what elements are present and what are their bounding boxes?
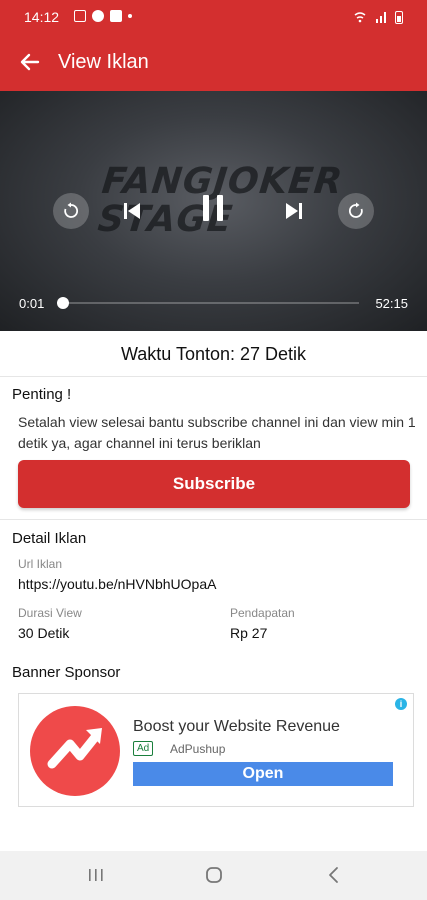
ad-headline: Boost your Website Revenue — [133, 718, 340, 735]
skip-previous-icon — [124, 203, 140, 219]
ad-open-button[interactable]: Open — [133, 762, 393, 786]
trend-arrow-icon — [47, 728, 102, 769]
ad-advertiser: AdPushup — [170, 742, 226, 756]
notification-circle-icon — [92, 10, 104, 22]
penting-text: Setalah view selesai bantu subscribe cha… — [18, 414, 416, 451]
current-time: 0:01 — [19, 296, 45, 311]
home-icon — [206, 867, 222, 883]
back-icon — [329, 867, 338, 883]
subscribe-button[interactable]: Subscribe — [18, 460, 410, 508]
recent-apps-icon — [89, 869, 103, 881]
video-player[interactable]: FANGJOKER STAGE 0:01 52:15 — [0, 91, 427, 331]
url-label: Url Iklan — [18, 557, 63, 571]
app-notification-icon — [110, 10, 122, 22]
skip-previous-button[interactable] — [118, 197, 146, 225]
battery-icon — [395, 10, 403, 24]
ad-badge: Ad — [133, 741, 154, 756]
status-bar: 14:12 — [0, 0, 427, 34]
system-nav-bar — [0, 851, 427, 900]
seek-thumb[interactable] — [57, 297, 69, 309]
dot-icon — [128, 14, 132, 18]
skip-next-button[interactable] — [280, 197, 308, 225]
replay-icon — [64, 202, 79, 218]
video-duration: 52:15 — [375, 296, 408, 311]
ad-info-icon[interactable]: i — [395, 698, 407, 710]
gallery-icon — [74, 10, 86, 22]
replay-button[interactable] — [53, 193, 89, 229]
divider — [0, 519, 427, 520]
arrow-left-icon[interactable] — [18, 50, 42, 74]
skip-next-icon — [286, 203, 302, 219]
url-value: https://youtu.be/nHVNbhUOpaA — [18, 576, 217, 592]
income-label: Pendapatan — [230, 606, 295, 620]
page-title: View Iklan — [58, 51, 149, 73]
app-bar: View Iklan — [0, 34, 427, 91]
status-time: 14:12 — [24, 9, 60, 25]
forward-button[interactable] — [338, 193, 374, 229]
recent-apps-button[interactable] — [84, 863, 108, 887]
status-right-icons — [353, 10, 403, 24]
home-button[interactable] — [202, 863, 226, 887]
status-left-icons — [74, 10, 132, 22]
wifi-off-icon — [354, 12, 366, 23]
sponsor-ad[interactable]: Boost your Website Revenue Ad AdPushup O… — [18, 693, 414, 807]
watch-time: Waktu Tonton: 27 Detik — [0, 331, 427, 377]
back-button[interactable] — [322, 863, 346, 887]
detail-title: Detail Iklan — [12, 530, 87, 547]
ad-logo — [30, 706, 120, 796]
forward-icon — [348, 202, 363, 218]
seek-track[interactable] — [63, 302, 359, 304]
duration-label: Durasi View — [18, 606, 82, 620]
duration-value: 30 Detik — [18, 625, 70, 641]
banner-title: Banner Sponsor — [12, 664, 121, 681]
pause-icon — [203, 195, 223, 221]
penting-title: Penting ! — [12, 386, 72, 403]
income-value: Rp 27 — [230, 625, 268, 641]
pause-button[interactable] — [196, 191, 230, 225]
signal-icon — [376, 12, 386, 23]
